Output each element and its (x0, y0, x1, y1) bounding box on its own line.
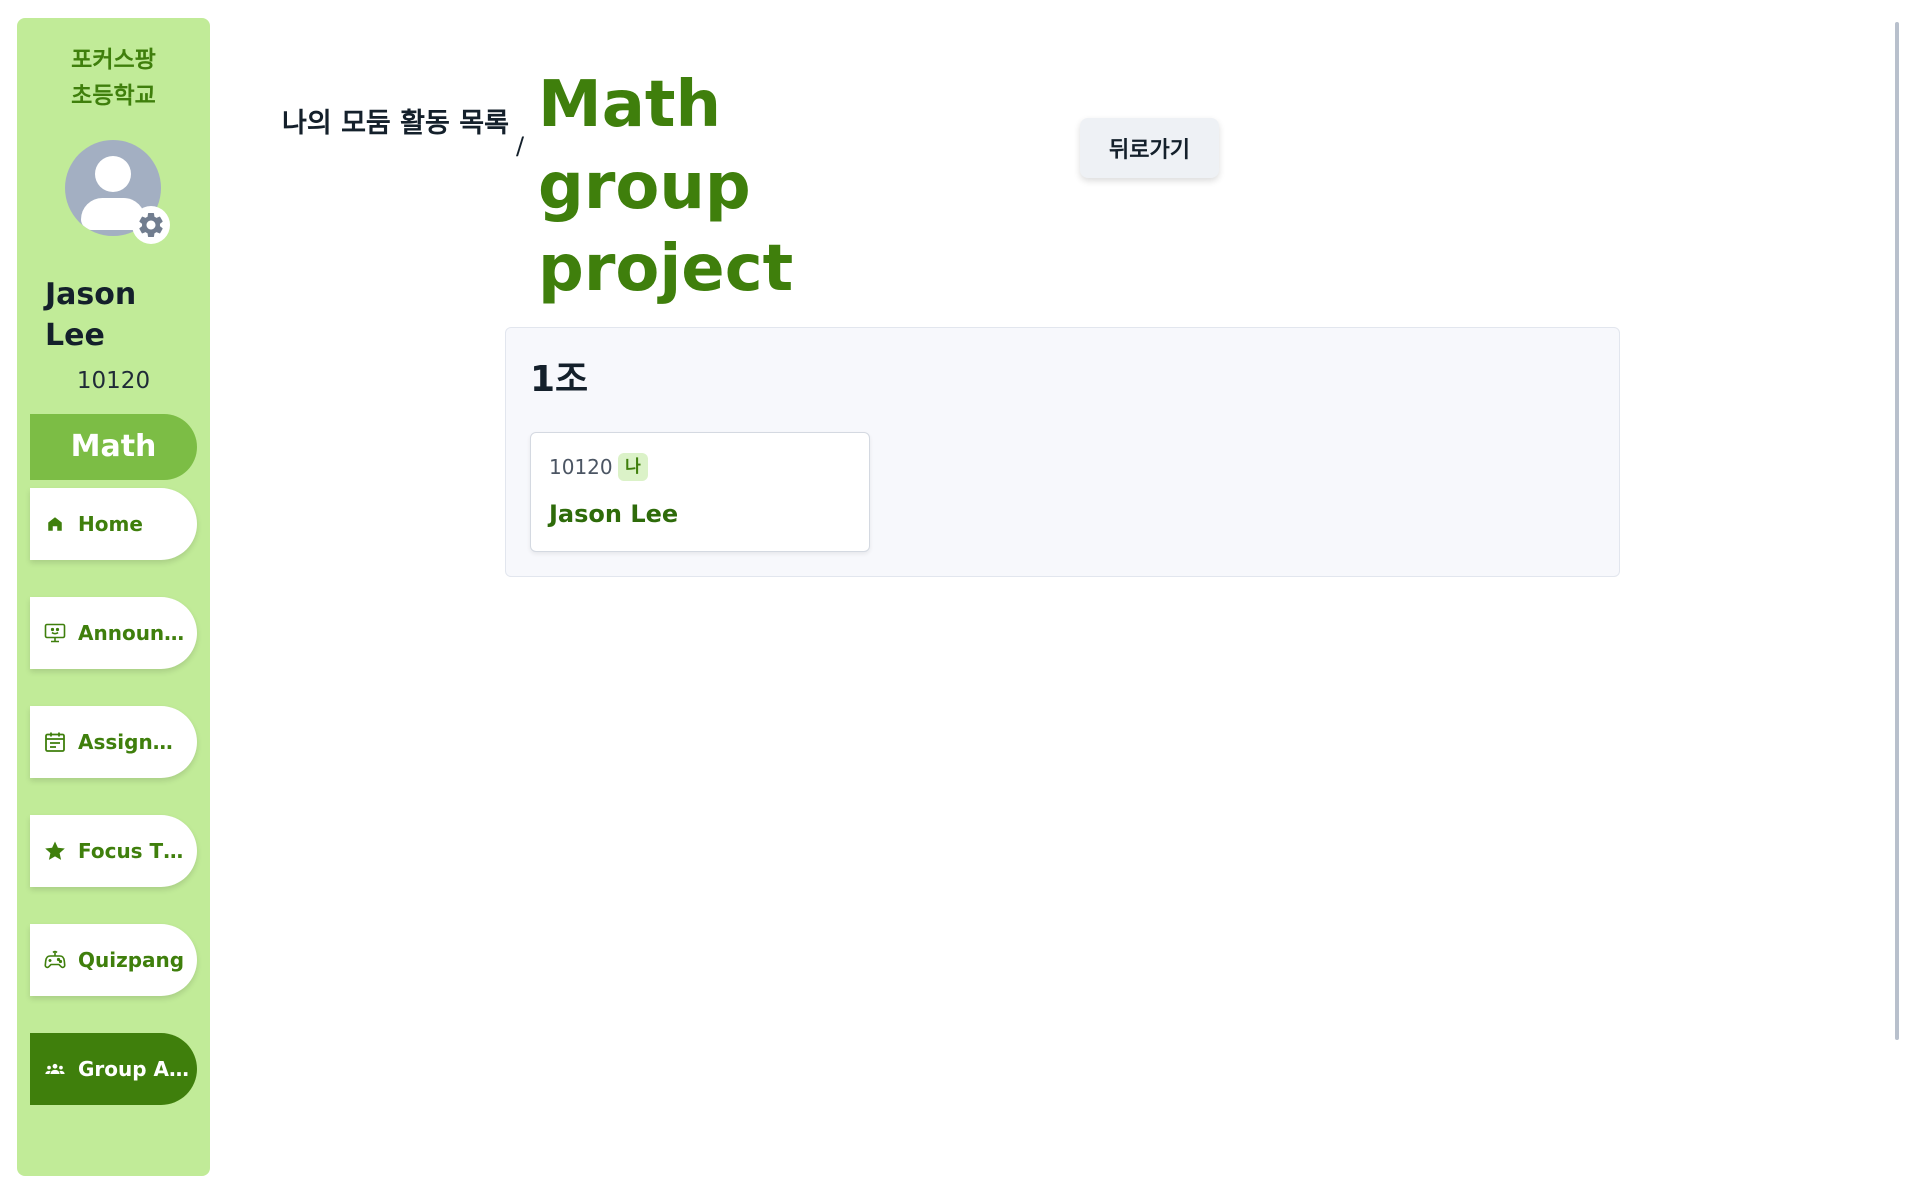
member-name: Jason Lee (549, 500, 679, 528)
gamepad-icon (42, 947, 68, 973)
sidebar-item-label: Focus Time (78, 839, 190, 863)
member-card: 10120 나 Jason Lee (530, 432, 870, 552)
sidebar-item-focus-time[interactable]: Focus Time (30, 815, 197, 887)
back-button[interactable]: 뒤로가기 (1080, 118, 1219, 178)
user-id: 10120 (76, 368, 151, 394)
breadcrumb-parent-link[interactable]: 나의 모둠 활동 목록 (282, 102, 512, 146)
sidebar-item-assignments[interactable]: Assignments (30, 706, 197, 778)
avatar-head (95, 156, 131, 192)
group-title: 1조 (530, 359, 589, 400)
breadcrumb-separator: / (516, 132, 525, 160)
gear-icon[interactable] (132, 206, 170, 244)
me-badge: 나 (618, 453, 648, 481)
sidebar-item-home[interactable]: Home (30, 488, 197, 560)
calendar-icon (42, 729, 68, 755)
group-icon (42, 1056, 68, 1082)
page-scrollbar[interactable] (1893, 22, 1901, 1040)
school-name-text: 포커스팡 초등학교 (71, 47, 156, 109)
sidebar-item-announcements[interactable]: Announcements (30, 597, 197, 669)
page: 포커스팡 초등학교 Jason Lee 10120 Math Home Anno… (0, 0, 1905, 1186)
page-title: Math group project (538, 68, 794, 306)
sidebar-item-label: Home (78, 512, 143, 536)
member-id: 10120 (549, 455, 613, 479)
monitor-icon (42, 620, 68, 646)
subject-label: Math (30, 414, 197, 480)
sidebar-item-label: Announcements (78, 621, 190, 645)
school-name: 포커스팡 초등학교 (17, 42, 210, 114)
sidebar-item-group-activities[interactable]: Group Activities (30, 1033, 197, 1105)
scrollbar-thumb[interactable] (1895, 22, 1899, 1040)
user-name: Jason Lee (45, 277, 137, 353)
sidebar-item-label: Quizpang (78, 948, 185, 972)
star-icon (42, 838, 68, 864)
sidebar-item-label: Assignments (78, 730, 190, 754)
home-icon (42, 511, 68, 537)
sidebar-item-label: Group Activities (78, 1057, 190, 1081)
sidebar: 포커스팡 초등학교 Jason Lee 10120 Math Home Anno… (17, 18, 210, 1176)
sidebar-item-quizpang[interactable]: Quizpang (30, 924, 197, 996)
group-card: 1조 10120 나 Jason Lee (505, 327, 1620, 577)
